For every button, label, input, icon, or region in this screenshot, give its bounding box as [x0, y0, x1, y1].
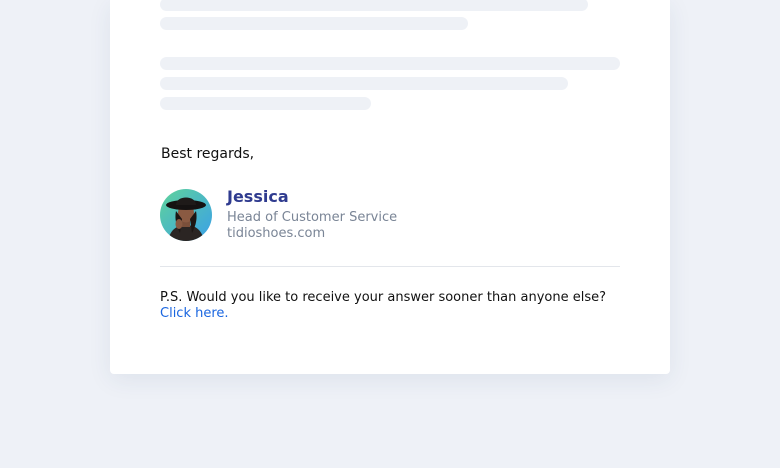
ps-text: P.S. Would you like to receive your answ…	[160, 290, 607, 305]
skeleton-line	[160, 0, 588, 11]
click-here-link[interactable]: Click here.	[160, 306, 229, 321]
user-avatar-icon	[160, 189, 212, 241]
signature-website: tidioshoes.com	[227, 226, 326, 241]
closing-text: Best regards,	[161, 146, 255, 162]
divider	[160, 266, 620, 267]
signature-name: Jessica	[227, 187, 289, 206]
skeleton-line	[160, 57, 620, 70]
signature-role: Head of Customer Service	[227, 210, 398, 225]
email-preview-card: Best regards, Jessica Head of Customer S…	[110, 0, 670, 374]
skeleton-line	[160, 97, 371, 110]
skeleton-line	[160, 77, 568, 90]
skeleton-line	[160, 17, 468, 30]
